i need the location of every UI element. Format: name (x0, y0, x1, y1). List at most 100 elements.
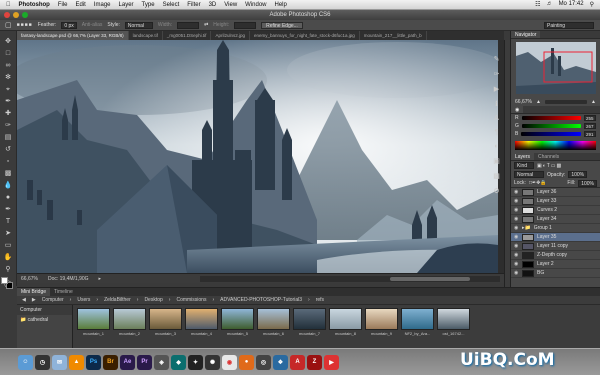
apple-icon[interactable]:  (6, 2, 11, 8)
foreground-color-swatch[interactable] (1, 277, 8, 284)
thumbnail[interactable]: mountain_4 (185, 308, 218, 347)
menu-select[interactable]: Select (163, 2, 180, 8)
thumbnail[interactable]: NF2_by_Ara... (401, 308, 434, 347)
chrome-icon[interactable]: ◉ (222, 354, 237, 370)
sidebar-title[interactable]: Computer (17, 305, 72, 315)
document-size[interactable]: Doc: 19,4M/1,90G (48, 276, 89, 282)
path-select-tool-icon[interactable]: ➤ (2, 229, 14, 238)
marquee-tool-icon[interactable]: ▢ (5, 21, 12, 29)
history-panel-icon[interactable]: ✎ (494, 55, 500, 63)
thumbnail[interactable]: mountain_1 (77, 308, 110, 347)
character-panel-icon[interactable]: A (494, 115, 499, 122)
acrobat-icon[interactable]: A (290, 354, 305, 370)
zoom-tool-icon[interactable]: ⚲ (2, 265, 14, 274)
after-effects-icon[interactable]: Ae (120, 354, 135, 370)
wifi-icon[interactable]: ☷ (535, 1, 540, 8)
eraser-tool-icon[interactable]: ▫ (2, 157, 14, 166)
layer-name[interactable]: Layer 2 (537, 261, 597, 267)
app-icon[interactable]: ◎ (256, 354, 271, 370)
healing-tool-icon[interactable]: ✚ (2, 109, 14, 118)
zoom-window-button[interactable] (22, 12, 28, 18)
menu-help[interactable]: Help (275, 2, 287, 8)
workspace-switcher[interactable]: Painting (544, 22, 594, 29)
selection-mode-icons[interactable]: ■■■■ (17, 22, 33, 28)
scroll-thumb[interactable] (390, 276, 470, 281)
visibility-eye-icon[interactable]: ◉ (514, 216, 519, 222)
status-arrow-icon[interactable]: ▸ (99, 276, 102, 282)
doc-tab[interactable]: _mg0051.DSephi.tif (163, 31, 212, 40)
doc-tab[interactable]: mountain_217__little_path_b (360, 31, 427, 40)
app-icon[interactable]: ◆ (171, 354, 186, 370)
unity-icon[interactable]: ◈ (154, 354, 169, 370)
eyedropper-tool-icon[interactable]: ✒ (2, 97, 14, 106)
tab-channels[interactable]: Channels (534, 153, 563, 160)
document-canvas[interactable] (17, 40, 498, 273)
doc-tab[interactable]: fantasy-landscape.psd @ 66,7% (Layer 33,… (17, 31, 129, 40)
finder-icon[interactable]: ☺ (18, 354, 33, 370)
marquee-tool-icon[interactable]: □ (2, 49, 14, 58)
zoom-out-icon[interactable]: ▲ (536, 99, 541, 105)
menu-type[interactable]: Type (142, 2, 155, 8)
thumbnail[interactable]: mountain_7 (293, 308, 326, 347)
visibility-eye-icon[interactable]: ◉ (514, 207, 519, 213)
visibility-eye-icon[interactable]: ◉ (514, 243, 519, 249)
visibility-eye-icon[interactable]: ◉ (514, 198, 519, 204)
app-icon[interactable]: ✺ (205, 354, 220, 370)
navigator-thumbnail[interactable] (516, 42, 596, 94)
stamp-tool-icon[interactable]: ▤ (2, 133, 14, 142)
layer-kind-filter[interactable]: Kind (514, 162, 534, 169)
bridge-icon[interactable]: Br (103, 354, 118, 370)
layer-name[interactable]: Layer 11 copy (537, 243, 597, 249)
width-field[interactable] (177, 21, 200, 29)
thumbnail[interactable]: mountain_5 (221, 308, 254, 347)
layer-row[interactable]: ◉ Layer 36 (511, 188, 600, 197)
refine-edge-button[interactable]: Refine Edge... (261, 21, 303, 29)
blue-value[interactable]: 291 (584, 131, 596, 137)
swap-icon[interactable]: ⇄ (204, 22, 208, 28)
clock[interactable]: Mo 17:42 (559, 1, 584, 8)
search-icon[interactable]: ⚲ (590, 1, 594, 8)
doc-tab[interactable]: April2ulns2.jpg (211, 31, 250, 40)
layer-name[interactable]: BG (537, 270, 597, 276)
layer-row[interactable]: ◉ Z-Depth copy (511, 251, 600, 260)
doc-tab[interactable]: enemy_bannuys_for_night_fate_stock-d6fuc… (250, 31, 360, 40)
layer-name[interactable]: Layer 33 (537, 198, 597, 204)
forward-icon[interactable]: ▶ (32, 297, 36, 303)
visibility-eye-icon[interactable]: ◉ (514, 261, 519, 267)
green-slider[interactable] (521, 124, 581, 128)
opacity-field[interactable]: 100% (568, 171, 588, 178)
actions-panel-icon[interactable]: ▶ (494, 85, 499, 93)
mail-icon[interactable]: ✉ (52, 354, 67, 370)
gradient-tool-icon[interactable]: ▩ (2, 169, 14, 178)
lasso-tool-icon[interactable]: ∞ (2, 61, 14, 70)
thumbnail[interactable]: mountain_3 (149, 308, 182, 347)
layer-row[interactable]: ◉ Layer 34 (511, 215, 600, 224)
app-icon[interactable]: ✦ (188, 354, 203, 370)
menu-edit[interactable]: Edit (76, 2, 86, 8)
tab-navigator[interactable]: Navigator (511, 31, 541, 38)
breadcrumb-item[interactable]: ADVANCED-PHOTOSHOP-Tutorial3 (220, 297, 302, 303)
layer-name[interactable]: Z-Depth copy (537, 252, 597, 258)
breadcrumb-item[interactable]: Computer (42, 297, 64, 303)
breadcrumb-item[interactable]: Commissions (176, 297, 206, 303)
layer-name[interactable]: Layer 36 (537, 189, 597, 195)
visibility-eye-icon[interactable]: ◉ (514, 234, 519, 240)
filter-icons[interactable]: ▣◐T▭▩ (537, 163, 562, 169)
red-slider[interactable] (521, 116, 581, 120)
sidebar-item[interactable]: 📁 cathedral (17, 315, 72, 325)
menu-file[interactable]: File (58, 2, 68, 8)
history-brush-icon[interactable]: ↺ (2, 145, 14, 154)
tab-timeline[interactable]: Timeline (50, 288, 77, 296)
move-tool-icon[interactable]: ✥ (2, 37, 14, 46)
layer-row[interactable]: ◉ Layer 33 (511, 197, 600, 206)
canvas-horizontal-scrollbar[interactable] (200, 275, 500, 282)
back-icon[interactable]: ◀ (22, 297, 26, 303)
color-spectrum[interactable] (515, 141, 596, 150)
navigator-zoom-value[interactable]: 66,67% (515, 99, 532, 105)
layer-row[interactable]: ◉ Layer 11 copy (511, 242, 600, 251)
breadcrumb-item[interactable]: ZeldaBilther (104, 297, 131, 303)
type-tool-icon[interactable]: T (2, 217, 14, 226)
breadcrumb-item[interactable]: Users (77, 297, 90, 303)
menu-filter[interactable]: Filter (187, 2, 200, 8)
crop-tool-icon[interactable]: ⌖ (2, 85, 14, 94)
